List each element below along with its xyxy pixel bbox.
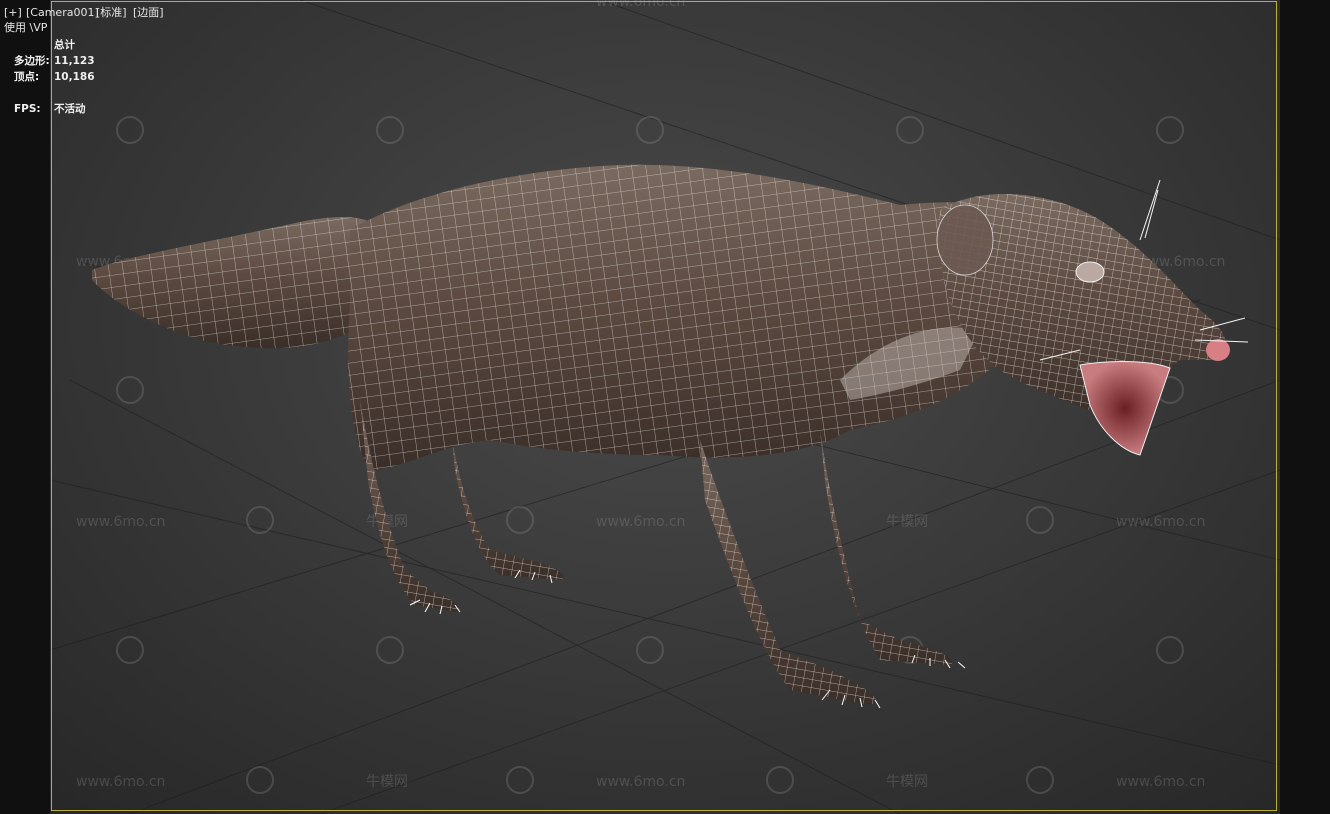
eye (1075, 261, 1105, 283)
letterbox-left (0, 0, 50, 814)
stats-header: 总计 (54, 39, 75, 51)
nose (1206, 339, 1230, 361)
viewport-menu-display[interactable]: [边面] (133, 6, 164, 20)
viewport-menu-shading[interactable]: [标准] (96, 6, 127, 20)
viewport-menu-plus[interactable]: [+] (4, 6, 22, 20)
watermark-brand: 牛模网 (886, 514, 928, 530)
stats-verts-label: 顶点: (14, 71, 40, 83)
stats-fps-value: 不活动 (54, 103, 86, 115)
mouth (1079, 361, 1171, 456)
watermark-brand: 牛模网 (366, 774, 408, 790)
watermark-url: www.6mo.cn (1116, 774, 1205, 790)
stats-fps-label: FPS: (14, 103, 41, 115)
watermark-url: www.6mo.cn (596, 774, 685, 790)
watermark-url: www.6mo.cn (76, 774, 165, 790)
3d-viewport[interactable]: www.6mo.cn www.6mo.cn www.6mo.cn www.6mo… (0, 0, 1330, 814)
watermark-brand: 牛模网 (886, 774, 928, 790)
ear (936, 204, 994, 276)
viewport-scene: www.6mo.cn www.6mo.cn www.6mo.cn www.6mo… (5, 0, 1314, 814)
creature-model (92, 164, 1249, 709)
stats-verts-value: 10,186 (54, 71, 95, 83)
letterbox-right (1280, 0, 1330, 814)
tail-wire (92, 217, 380, 349)
watermark-url: www.6mo.cn (596, 514, 685, 530)
front-far-leg-wire (820, 430, 953, 665)
watermark-url: www.6mo.cn (76, 514, 165, 530)
watermark-url: www.6mo.cn (596, 0, 685, 10)
viewport-sub-label: 使用 \VP (4, 21, 48, 34)
stats-polys-value: 11,123 (54, 55, 95, 67)
viewport-menu-camera[interactable]: [Camera001] (26, 6, 99, 20)
stats-polys-label: 多边形: (14, 55, 50, 67)
watermark-url: www.6mo.cn (1116, 514, 1205, 530)
body-wire (348, 164, 1040, 470)
